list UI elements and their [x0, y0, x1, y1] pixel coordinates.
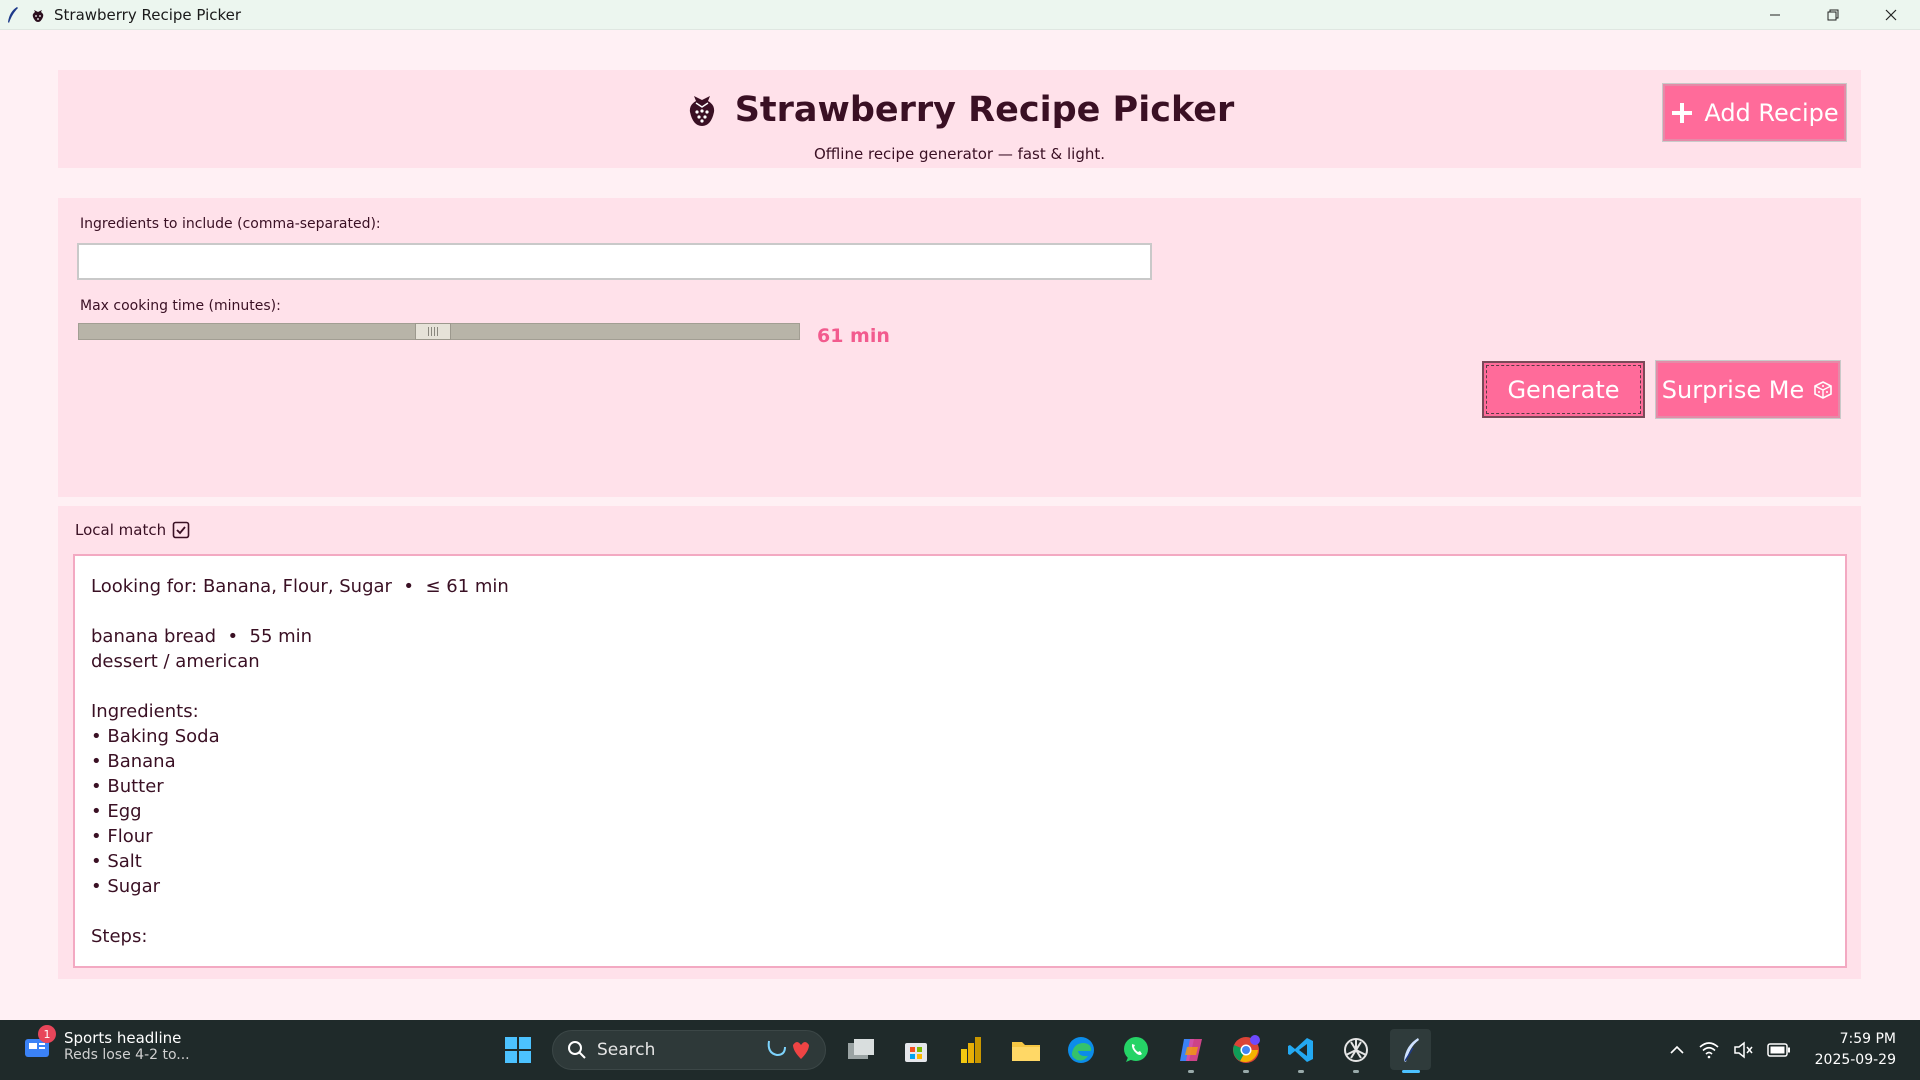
file-explorer-icon[interactable]: [1005, 1029, 1046, 1070]
max-time-value: 61 min: [817, 325, 890, 347]
system-tray: 7:59 PM 2025-09-29: [1669, 1020, 1920, 1080]
clock-time: 7:59 PM: [1839, 1031, 1896, 1047]
local-match-label: Local match: [75, 521, 167, 539]
result-blank-line: [91, 899, 1829, 924]
max-time-slider[interactable]: [78, 323, 800, 340]
task-view-icon[interactable]: [840, 1029, 881, 1070]
result-line: Looking for: Banana, Flour, Sugar • ≤ 61…: [91, 576, 509, 597]
result-line: • Butter: [91, 776, 164, 797]
health-icon: [767, 1040, 809, 1059]
start-button[interactable]: [497, 1029, 538, 1070]
restore-button[interactable]: [1804, 0, 1862, 30]
result-line: • Salt: [91, 851, 142, 872]
slider-thumb[interactable]: [415, 323, 451, 340]
battery-icon[interactable]: [1766, 1043, 1791, 1057]
news-headline: Sports headline: [64, 1029, 182, 1047]
minimize-icon: [1770, 14, 1780, 16]
tray-icons: [1669, 1041, 1791, 1059]
result-line: • Baking Soda: [91, 726, 220, 747]
copilot-icon[interactable]: [1170, 1029, 1211, 1073]
close-button[interactable]: [1862, 0, 1920, 30]
local-match-row: Local match: [75, 521, 190, 539]
controls-card: Ingredients to include (comma-separated)…: [58, 198, 1861, 497]
news-icon: 1: [22, 1025, 56, 1061]
result-line: • Flour: [91, 826, 153, 847]
whatsapp-icon[interactable]: [1115, 1029, 1156, 1070]
result-line: banana bread • 55 min: [91, 626, 313, 647]
add-recipe-button[interactable]: Add Recipe: [1662, 83, 1847, 142]
taskbar: 1 Sports headline Reds lose 4-2 to... Se…: [0, 1020, 1920, 1080]
chatgpt-icon[interactable]: [1335, 1029, 1376, 1073]
results-text-area[interactable]: Looking for: Banana, Flour, Sugar • ≤ 61…: [73, 554, 1847, 968]
search-label: Search: [597, 1039, 656, 1060]
chrome-icon[interactable]: [1225, 1029, 1266, 1073]
surprise-me-button[interactable]: Surprise Me: [1655, 360, 1841, 419]
minimize-button[interactable]: [1746, 0, 1804, 30]
news-widget[interactable]: 1 Sports headline Reds lose 4-2 to...: [22, 1025, 190, 1063]
vscode-icon[interactable]: [1280, 1029, 1321, 1073]
dice-icon: [1814, 380, 1833, 399]
result-line: • Egg: [91, 801, 142, 822]
taskbar-search[interactable]: Search: [552, 1029, 826, 1070]
ingredients-label: Ingredients to include (comma-separated)…: [80, 216, 381, 232]
edge-icon[interactable]: [1060, 1029, 1101, 1070]
result-blank-line: [91, 674, 1829, 699]
clock-date: 2025-09-29: [1814, 1052, 1896, 1068]
page-title: Strawberry Recipe Picker: [734, 90, 1235, 130]
ingredients-input[interactable]: [77, 243, 1152, 280]
window-title-bar: Strawberry Recipe Picker: [0, 0, 1920, 30]
page-subtitle: Offline recipe generator — fast & light.: [814, 145, 1105, 163]
surprise-me-label: Surprise Me: [1661, 375, 1805, 404]
header-card: Strawberry Recipe Picker Offline recipe …: [58, 70, 1861, 168]
result-line: Ingredients:: [91, 701, 199, 722]
close-icon: [1885, 9, 1897, 21]
power-bi-icon[interactable]: [950, 1029, 991, 1070]
wifi-icon[interactable]: [1699, 1041, 1719, 1059]
generate-button[interactable]: Generate: [1482, 361, 1645, 418]
result-line: • Banana: [91, 751, 176, 772]
window-controls: [1746, 0, 1920, 30]
feather-icon: [8, 6, 18, 23]
restore-icon: [1827, 9, 1839, 21]
taskbar-clock[interactable]: 7:59 PM 2025-09-29: [1815, 1029, 1896, 1071]
add-recipe-label: Add Recipe: [1704, 98, 1839, 127]
header-title-row: Strawberry Recipe Picker: [58, 90, 1861, 130]
recipe-app-taskbar-icon[interactable]: [1390, 1029, 1431, 1073]
strawberry-icon: [32, 9, 44, 22]
chevron-up-icon[interactable]: [1669, 1042, 1685, 1058]
news-subtext: Reds lose 4-2 to...: [64, 1047, 190, 1063]
result-line: Steps:: [91, 926, 148, 947]
news-text: Sports headline Reds lose 4-2 to...: [64, 1029, 190, 1063]
store-icon[interactable]: [895, 1029, 936, 1070]
result-line: • Sugar: [91, 876, 161, 897]
max-time-label: Max cooking time (minutes):: [80, 298, 281, 314]
search-icon: [568, 1040, 586, 1059]
window-title: Strawberry Recipe Picker: [54, 5, 242, 24]
windows-icon: [504, 1036, 531, 1063]
result-blank-line: [91, 599, 1829, 624]
result-line: dessert / american: [91, 651, 260, 672]
feather-icon: [1403, 1037, 1419, 1062]
checkbox-checked-icon[interactable]: [172, 521, 190, 539]
taskbar-apps: Search: [497, 1029, 1431, 1073]
results-card: Local match Looking for: Banana, Flour, …: [58, 506, 1861, 979]
plus-icon: [1672, 102, 1693, 123]
volume-muted-icon[interactable]: [1733, 1041, 1753, 1059]
news-badge: 1: [38, 1025, 56, 1043]
strawberry-icon: [689, 96, 714, 126]
